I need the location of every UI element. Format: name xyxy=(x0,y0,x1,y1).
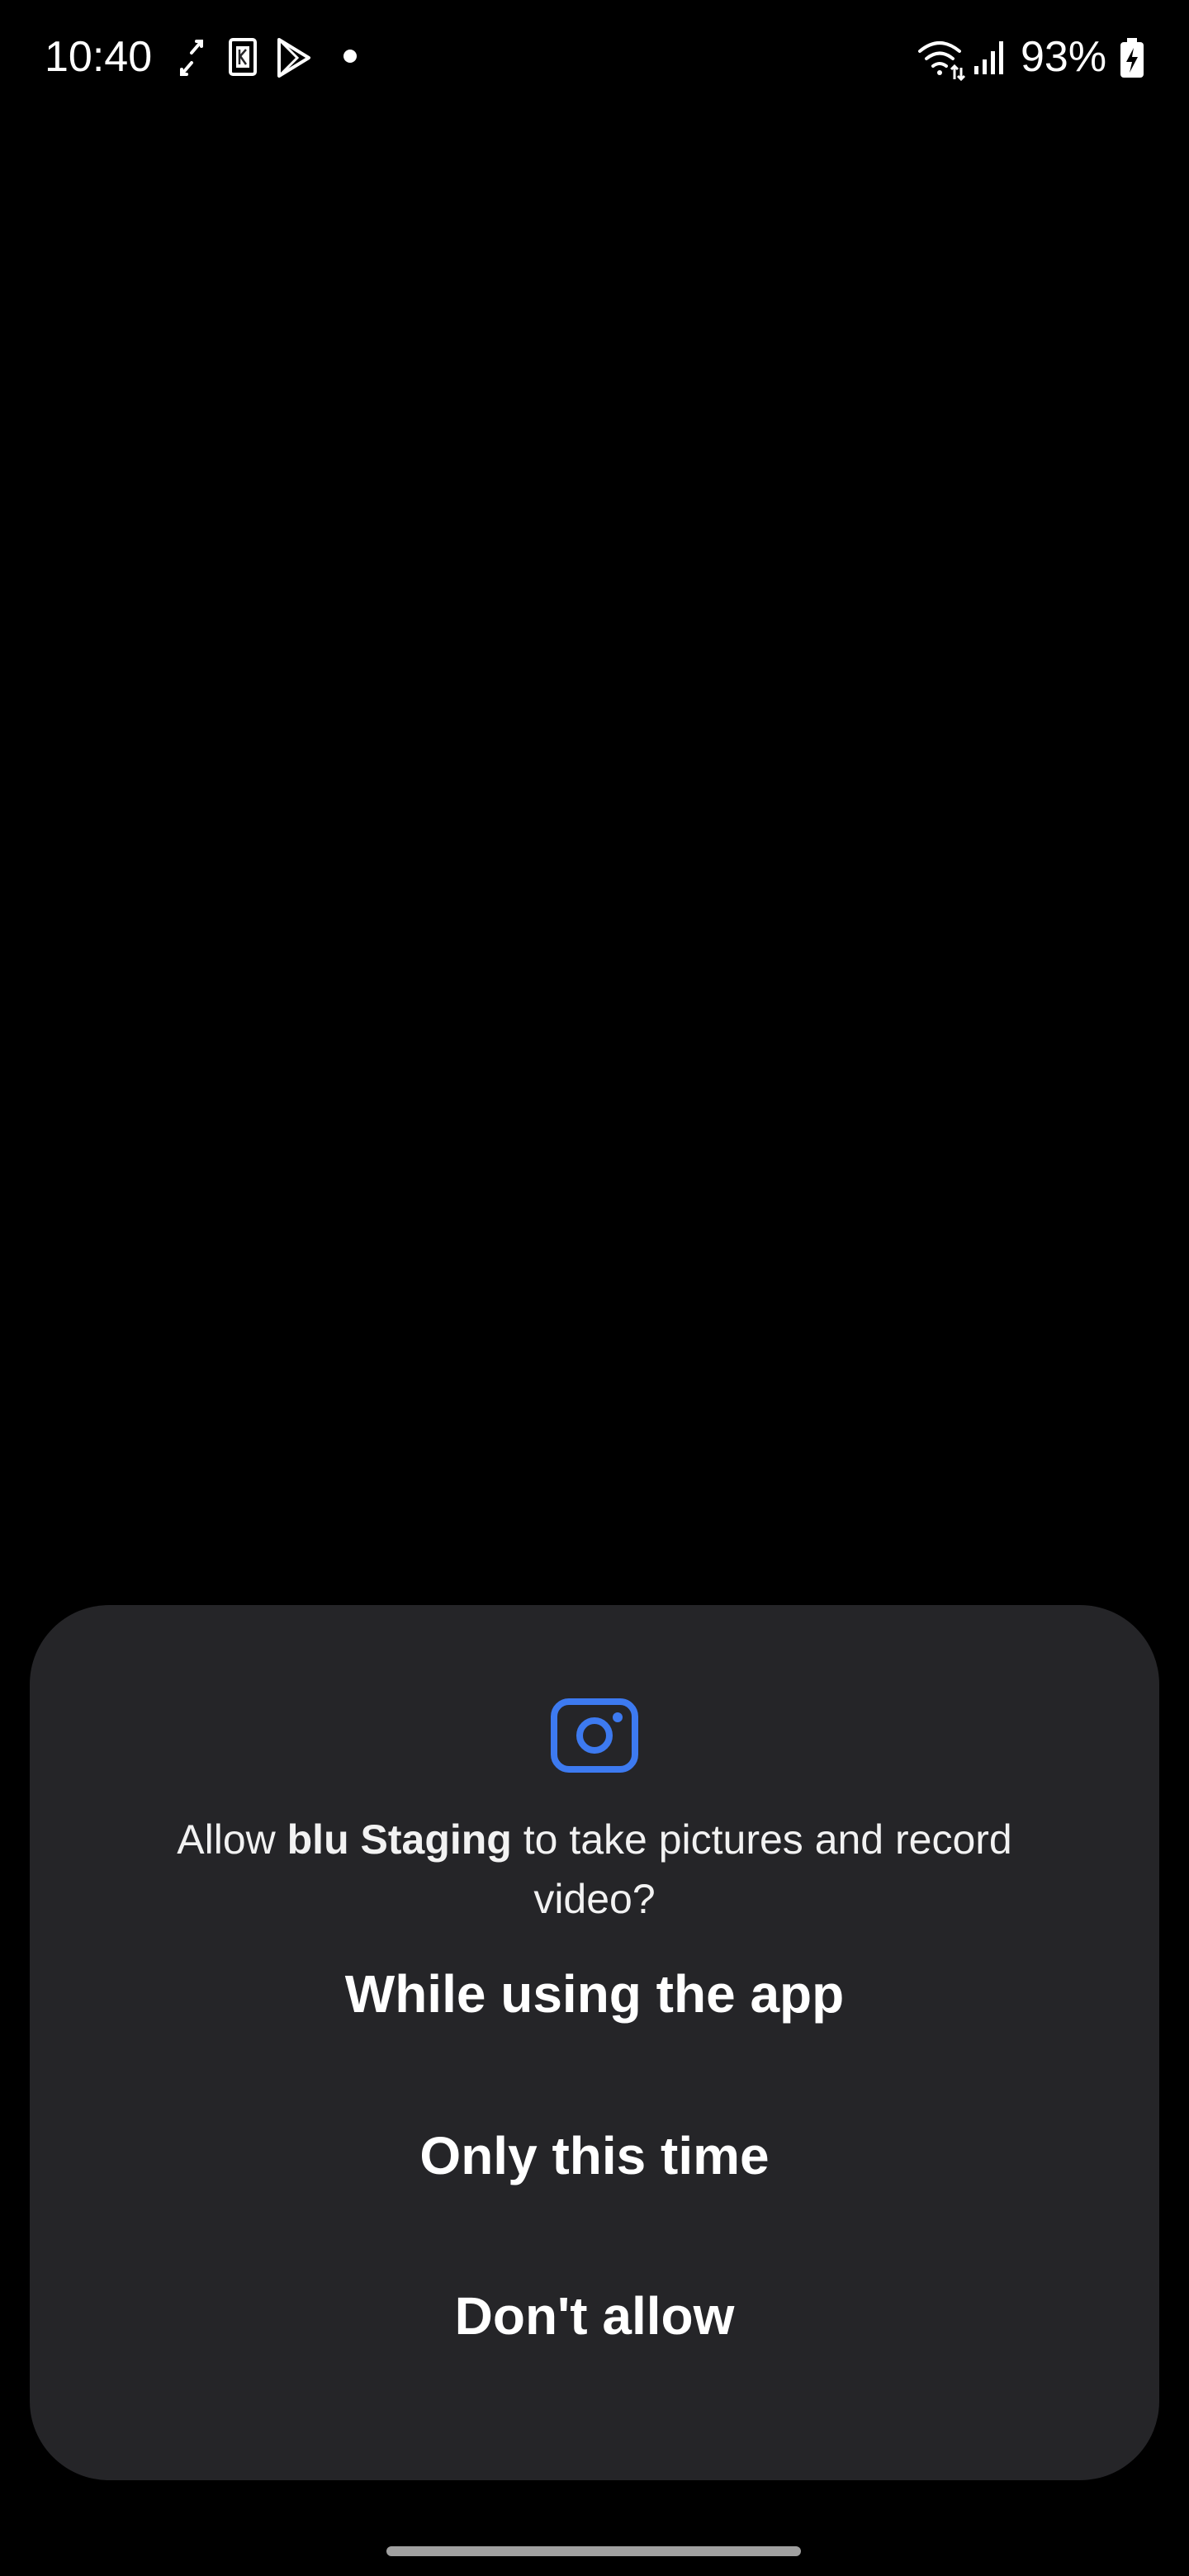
permission-prompt: Allow blu Staging to take pictures and r… xyxy=(129,1810,1060,1929)
battery-percentage: 93% xyxy=(1021,33,1107,81)
signal-icon xyxy=(971,33,1007,83)
app-name: blu Staging xyxy=(287,1816,512,1863)
k-app-icon xyxy=(228,33,258,83)
while-using-app-button[interactable]: While using the app xyxy=(96,1932,1093,2056)
status-bar: 10:40 93% xyxy=(0,0,1189,116)
home-indicator[interactable] xyxy=(386,2546,801,2556)
battery-charging-icon xyxy=(1118,33,1146,83)
dont-allow-button[interactable]: Don't allow xyxy=(96,2254,1093,2378)
notification-dot-icon xyxy=(340,33,360,83)
play-store-icon xyxy=(274,33,314,83)
prompt-prefix: Allow xyxy=(177,1816,287,1863)
camera-icon xyxy=(550,1698,639,1773)
status-time: 10:40 xyxy=(45,33,153,81)
permission-dialog: Allow blu Staging to take pictures and r… xyxy=(30,1605,1159,2480)
wifi-icon xyxy=(917,33,966,83)
only-this-time-button[interactable]: Only this time xyxy=(96,2094,1093,2218)
prompt-suffix: to take pictures and record video? xyxy=(511,1816,1012,1922)
sync-icon xyxy=(177,33,206,83)
